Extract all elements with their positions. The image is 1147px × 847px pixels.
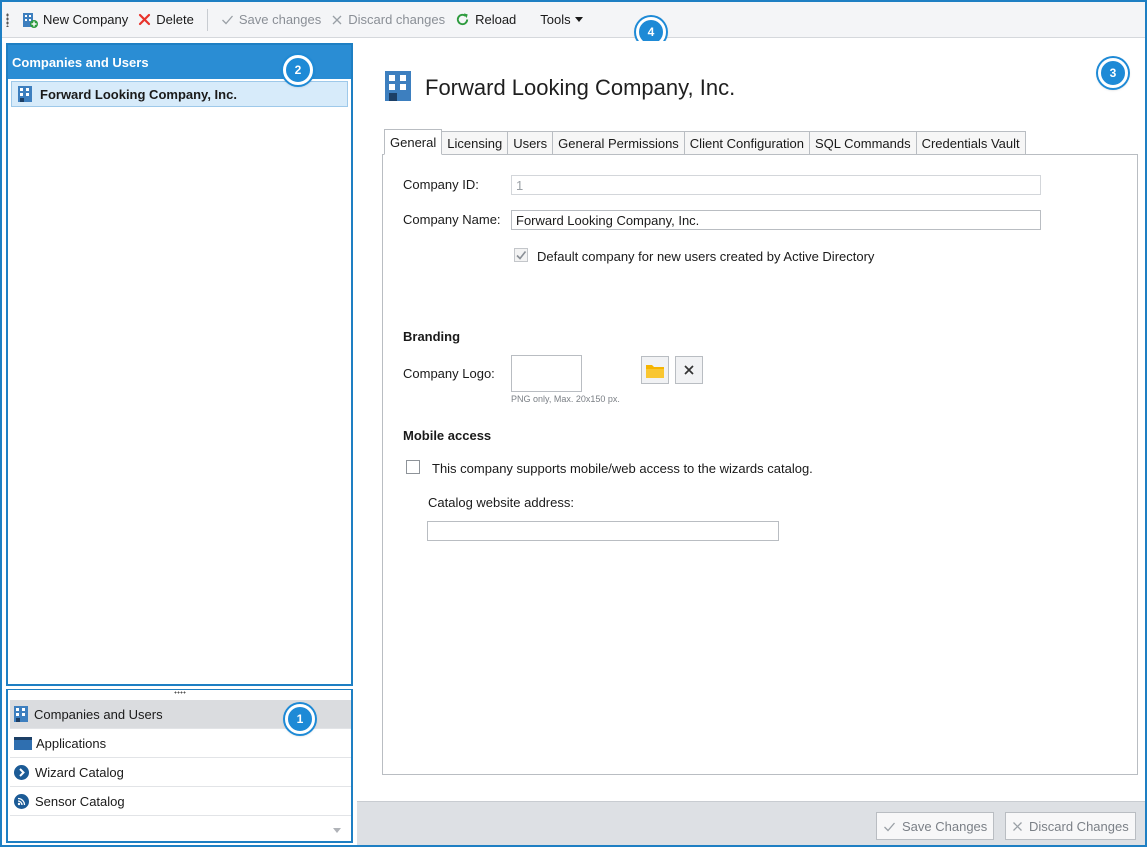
nav-item-wizard-catalog[interactable]: Wizard Catalog: [10, 758, 351, 787]
checkmark-icon: [884, 822, 895, 831]
checkmark-icon: [221, 13, 234, 26]
page-title: Forward Looking Company, Inc.: [425, 74, 736, 100]
caret-down-icon: [574, 17, 583, 22]
delete-button[interactable]: Delete: [133, 8, 199, 32]
splitter-grip[interactable]: [8, 690, 351, 698]
default-company-label: Default company for new users created by…: [537, 249, 875, 264]
detail-header: Forward Looking Company, Inc.: [385, 71, 735, 104]
company-name-field[interactable]: Forward Looking Company, Inc.: [511, 210, 1041, 230]
action-bar: Save Changes Discard Changes: [357, 801, 1145, 845]
building-icon: [18, 86, 32, 102]
default-company-checkbox[interactable]: [514, 248, 528, 262]
discard-changes-footer-button[interactable]: Discard Changes: [1005, 812, 1136, 840]
reload-button[interactable]: Reload: [450, 8, 521, 32]
save-changes-footer-button[interactable]: Save Changes: [876, 812, 995, 840]
discard-icon: [1013, 821, 1022, 831]
tab-sql-commands[interactable]: SQL Commands: [808, 131, 917, 155]
rss-icon: [14, 793, 29, 809]
callout-badge-2: 2: [283, 55, 313, 85]
mobile-support-checkbox[interactable]: [406, 460, 420, 474]
company-detail-pane: Forward Looking Company, Inc. General Li…: [357, 41, 1145, 845]
window-icon: [14, 736, 32, 750]
reload-icon: [455, 12, 470, 27]
tools-menu[interactable]: Tools: [535, 8, 587, 32]
toolbar-separator: [206, 8, 208, 31]
folder-icon: [646, 364, 664, 378]
company-logo-preview: [511, 355, 582, 392]
discard-changes-label: Discard changes: [348, 12, 446, 27]
companies-tree-panel: Companies and Users Forward Looking Comp…: [6, 43, 353, 686]
discard-changes-footer-label: Discard Changes: [1029, 818, 1129, 834]
discard-changes-button[interactable]: Discard changes: [326, 8, 450, 32]
company-name-label: Company Name:: [403, 212, 501, 227]
new-company-label: New Company: [43, 12, 129, 27]
tab-general[interactable]: General: [384, 129, 443, 155]
general-tab-body: Company ID: 1 Company Name: Forward Look…: [382, 154, 1138, 775]
tab-general-permissions[interactable]: General Permissions: [552, 131, 685, 155]
callout-badge-3: 3: [1098, 58, 1128, 88]
nav-item-sensor-catalog[interactable]: Sensor Catalog: [10, 787, 351, 816]
delete-label: Delete: [156, 12, 194, 27]
nav-item-label: Companies and Users: [34, 706, 163, 722]
new-company-icon: [22, 12, 38, 28]
save-changes-label: Save changes: [238, 12, 322, 27]
close-icon: [684, 365, 694, 375]
callout-badge-1: 1: [285, 704, 315, 734]
company-logo-label: Company Logo:: [403, 366, 495, 381]
save-changes-button[interactable]: Save changes: [216, 8, 326, 32]
mobile-access-heading: Mobile access: [403, 428, 492, 443]
save-changes-footer-label: Save Changes: [902, 818, 988, 834]
nav-item-label: Sensor Catalog: [35, 793, 125, 809]
reload-label: Reload: [475, 12, 517, 27]
company-id-field: 1: [511, 175, 1041, 195]
toolbar-grip[interactable]: [6, 12, 9, 27]
tab-credentials-vault[interactable]: Credentials Vault: [915, 131, 1026, 155]
tab-users[interactable]: Users: [507, 131, 554, 155]
company-building-icon: [385, 71, 411, 104]
catalog-address-field[interactable]: [427, 521, 779, 541]
new-company-button[interactable]: New Company: [17, 8, 133, 32]
delete-icon: [138, 13, 151, 26]
main-toolbar: New Company Delete Save changes Discard …: [2, 2, 1145, 38]
catalog-address-label: Catalog website address:: [428, 495, 574, 510]
nav-item-label: Wizard Catalog: [35, 764, 124, 780]
discard-icon: [331, 14, 343, 26]
nav-item-label: Applications: [36, 735, 107, 751]
tools-label: Tools: [540, 12, 571, 27]
scroll-down-icon[interactable]: [333, 828, 341, 833]
branding-heading: Branding: [403, 329, 461, 344]
tab-licensing[interactable]: Licensing: [441, 131, 509, 155]
logo-hint: PNG only, Max. 20x150 px.: [511, 394, 620, 404]
tree-item-label: Forward Looking Company, Inc.: [40, 86, 237, 102]
company-id-label: Company ID:: [403, 177, 479, 192]
chevron-circle-icon: [14, 764, 29, 780]
tab-client-configuration[interactable]: Client Configuration: [683, 131, 810, 155]
building-icon: [14, 706, 28, 722]
clear-logo-button[interactable]: [675, 356, 703, 384]
checkmark-icon: [516, 251, 527, 260]
browse-logo-button[interactable]: [641, 356, 669, 384]
mobile-support-label: This company supports mobile/web access …: [432, 461, 813, 476]
detail-tabs: General Licensing Users General Permissi…: [384, 129, 1026, 155]
